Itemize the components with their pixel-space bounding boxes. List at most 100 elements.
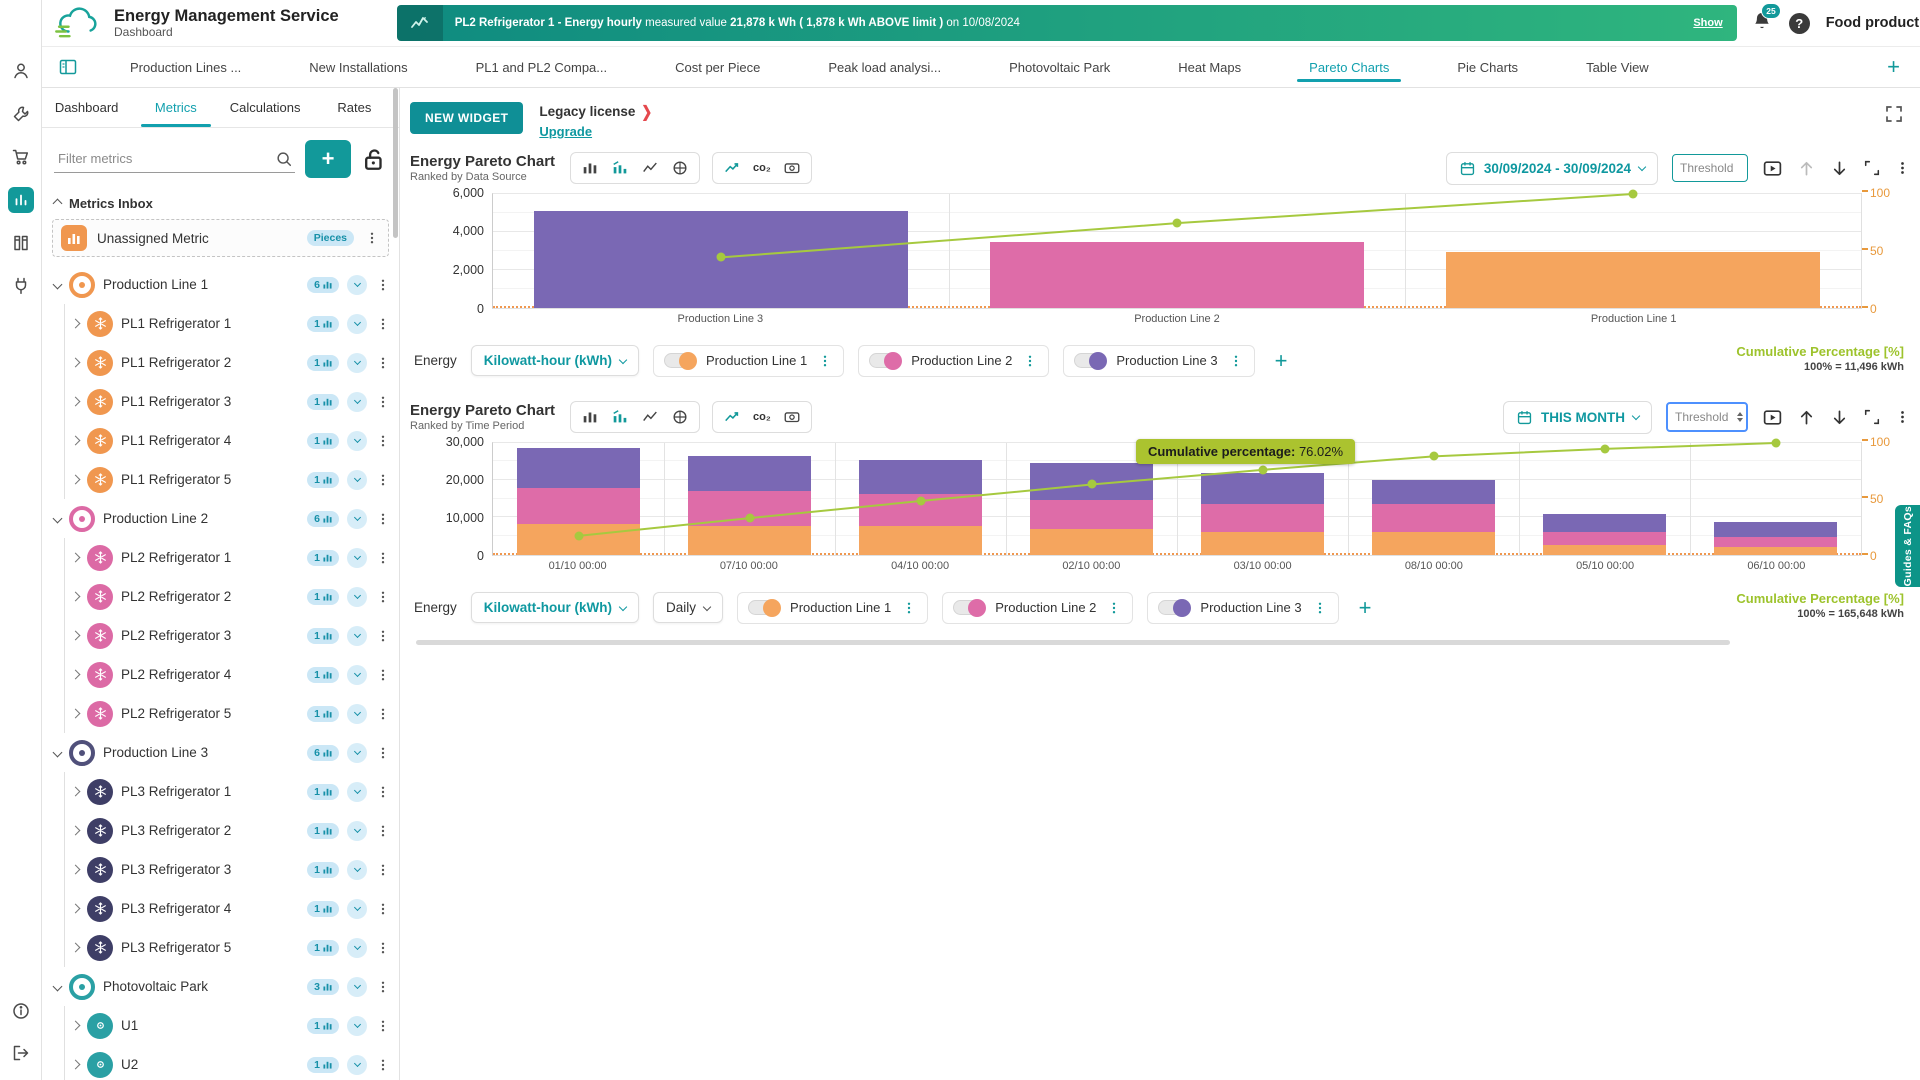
node-dropdown-button[interactable] <box>347 743 367 763</box>
node-dropdown-button[interactable] <box>347 470 367 490</box>
expand-chevron-icon[interactable] <box>71 943 81 953</box>
series-kebab-menu-icon[interactable] <box>1106 600 1122 616</box>
kebab-menu-icon[interactable] <box>375 1018 391 1034</box>
dashboard-tab-pie-charts[interactable]: Pie Charts <box>1423 47 1552 87</box>
series-toggle[interactable] <box>748 600 780 615</box>
tools-icon[interactable] <box>8 101 34 127</box>
donut-chart-icon[interactable] <box>671 159 689 177</box>
dashboard-tab-photovoltaic-park[interactable]: Photovoltaic Park <box>975 47 1144 87</box>
node-dropdown-button[interactable] <box>347 548 367 568</box>
kebab-menu-icon[interactable] <box>375 862 391 878</box>
series-toggle[interactable] <box>953 600 985 615</box>
play-presentation-icon[interactable] <box>1762 407 1783 428</box>
unit-dropdown[interactable]: Kilowatt-hour (kWh) <box>471 345 639 376</box>
cart-icon[interactable] <box>8 144 34 170</box>
tree-row-production-line-3[interactable]: Production Line 36 <box>42 733 399 772</box>
node-dropdown-button[interactable] <box>347 860 367 880</box>
co2-icon[interactable]: co₂ <box>753 162 771 174</box>
series-toggle[interactable] <box>869 353 901 368</box>
node-dropdown-button[interactable] <box>347 587 367 607</box>
node-dropdown-button[interactable] <box>347 782 367 802</box>
cost-icon[interactable] <box>783 159 801 177</box>
add-series-button[interactable]: + <box>1275 348 1288 374</box>
expand-chevron-icon[interactable] <box>71 826 81 836</box>
sidebar-tab-rates[interactable]: Rates <box>310 88 399 127</box>
line-chart-icon[interactable] <box>641 159 659 177</box>
cost-icon[interactable] <box>783 408 801 426</box>
move-up-icon[interactable] <box>1797 408 1816 427</box>
threshold-input[interactable] <box>1672 154 1748 182</box>
expand-chevron-icon[interactable] <box>71 436 81 446</box>
series-kebab-menu-icon[interactable] <box>1228 353 1244 369</box>
kebab-menu-icon[interactable] <box>375 784 391 800</box>
expand-chevron-icon[interactable] <box>71 475 81 485</box>
pareto-chart-icon[interactable] <box>611 159 629 177</box>
tree-row-pl3-refrigerator-4[interactable]: PL3 Refrigerator 41 <box>42 889 399 928</box>
widget-kebab-menu-icon[interactable] <box>1895 408 1910 426</box>
node-dropdown-button[interactable] <box>347 665 367 685</box>
node-dropdown-button[interactable] <box>347 899 367 919</box>
kebab-menu-icon[interactable] <box>375 940 391 956</box>
dashboard-tab-pareto-charts[interactable]: Pareto Charts <box>1275 47 1423 87</box>
unassigned-metric-row[interactable]: Unassigned Metric Pieces <box>52 219 389 257</box>
add-series-button[interactable]: + <box>1359 595 1372 621</box>
expand-chevron-icon[interactable] <box>71 865 81 875</box>
expand-chevron-icon[interactable] <box>53 514 63 524</box>
series-toggle[interactable] <box>1158 600 1190 615</box>
kebab-menu-icon[interactable] <box>375 433 391 449</box>
move-down-icon[interactable] <box>1830 159 1849 178</box>
horizontal-scrollbar[interactable] <box>416 640 1730 645</box>
tree-row-pl1-refrigerator-2[interactable]: PL1 Refrigerator 21 <box>42 343 399 382</box>
series-kebab-menu-icon[interactable] <box>1312 600 1328 616</box>
tree-row-production-line-1[interactable]: Production Line 16 <box>42 265 399 304</box>
kebab-menu-icon[interactable] <box>375 667 391 683</box>
tree-row-pl2-refrigerator-4[interactable]: PL2 Refrigerator 41 <box>42 655 399 694</box>
node-dropdown-button[interactable] <box>347 392 367 412</box>
trend-line-icon[interactable] <box>723 159 741 177</box>
tree-row-production-line-2[interactable]: Production Line 26 <box>42 499 399 538</box>
kebab-menu-icon[interactable] <box>375 316 391 332</box>
node-dropdown-button[interactable] <box>347 353 367 373</box>
tree-row-u1[interactable]: U11 <box>42 1006 399 1045</box>
notifications-bell-icon[interactable]: 25 <box>1751 10 1773 37</box>
kebab-menu-icon[interactable] <box>375 394 391 410</box>
kebab-menu-icon[interactable] <box>364 230 380 246</box>
expand-chevron-icon[interactable] <box>71 592 81 602</box>
sidebar-tab-calculations[interactable]: Calculations <box>221 88 310 127</box>
bar-chart-icon[interactable] <box>581 159 599 177</box>
node-dropdown-button[interactable] <box>347 1016 367 1036</box>
series-kebab-menu-icon[interactable] <box>817 353 833 369</box>
kebab-menu-icon[interactable] <box>375 823 391 839</box>
expand-chevron-icon[interactable] <box>71 1021 81 1031</box>
expand-chevron-icon[interactable] <box>53 280 63 290</box>
tree-row-pl1-refrigerator-1[interactable]: PL1 Refrigerator 11 <box>42 304 399 343</box>
kebab-menu-icon[interactable] <box>375 628 391 644</box>
dashboard-tab-cost-per-piece[interactable]: Cost per Piece <box>641 47 794 87</box>
filter-metrics-input[interactable] <box>56 150 275 167</box>
move-down-icon[interactable] <box>1830 408 1849 427</box>
node-dropdown-button[interactable] <box>347 1055 367 1075</box>
library-icon[interactable] <box>8 230 34 256</box>
tree-row-pl2-refrigerator-3[interactable]: PL2 Refrigerator 31 <box>42 616 399 655</box>
expand-chevron-icon[interactable] <box>71 358 81 368</box>
unit-dropdown[interactable]: Kilowatt-hour (kWh) <box>471 592 639 623</box>
node-dropdown-button[interactable] <box>347 704 367 724</box>
logout-icon[interactable] <box>8 1040 34 1066</box>
interval-dropdown[interactable]: Daily <box>653 592 723 623</box>
pareto-chart-icon[interactable] <box>611 408 629 426</box>
trend-line-icon[interactable] <box>723 408 741 426</box>
kebab-menu-icon[interactable] <box>375 550 391 566</box>
play-presentation-icon[interactable] <box>1762 158 1783 179</box>
tree-row-pl3-refrigerator-5[interactable]: PL3 Refrigerator 51 <box>42 928 399 967</box>
date-range-picker[interactable]: 30/09/2024 - 30/09/2024 <box>1446 152 1658 185</box>
user-icon[interactable] <box>8 58 34 84</box>
sidebar-toggle-icon[interactable] <box>58 47 78 87</box>
tree-row-photovoltaic-park[interactable]: Photovoltaic Park3 <box>42 967 399 1006</box>
expand-chevron-icon[interactable] <box>71 319 81 329</box>
expand-chevron-icon[interactable] <box>71 553 81 563</box>
dashboard-tab-peak-load-analysi[interactable]: Peak load analysi... <box>794 47 975 87</box>
dashboard-tab-production-lines[interactable]: Production Lines ... <box>96 47 275 87</box>
tree-row-u2[interactable]: U21 <box>42 1045 399 1080</box>
node-dropdown-button[interactable] <box>347 977 367 997</box>
series-toggle[interactable] <box>664 353 696 368</box>
